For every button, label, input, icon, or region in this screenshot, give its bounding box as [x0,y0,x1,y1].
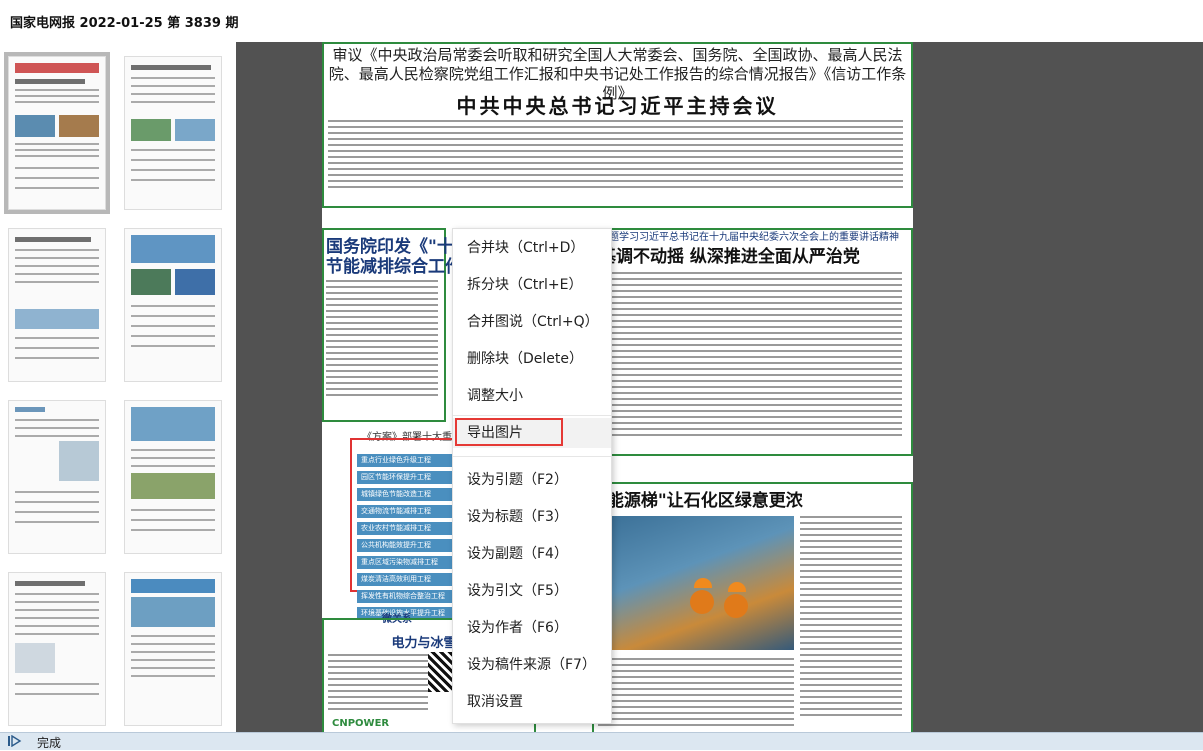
thumbnail-page-3[interactable] [8,228,106,382]
menu-item-set-subtitle[interactable]: 设为副题（F4） [453,541,611,567]
export-image-red-frame [455,418,563,446]
projects-list: 重点行业绿色升级工程 园区节能环保提升工程 城镇绿色节能改造工程 交通物流节能减… [357,454,457,624]
project-item: 挥发性有机物综合整治工程 [357,590,457,603]
menu-separator [453,456,611,457]
article2-body [326,280,438,400]
menu-item-merge-block[interactable]: 合并块（Ctrl+D） [453,235,611,261]
thumbnail-page-8[interactable] [124,572,222,726]
play-step-icon[interactable] [8,735,22,747]
article4-photo [598,516,794,650]
project-item: 城镇绿色节能改造工程 [357,488,457,501]
brand-logo: CNPOWER [332,718,390,729]
thumbnail-page-6[interactable] [124,400,222,554]
status-text: 完成 [37,736,62,750]
menu-item-set-source[interactable]: 设为稿件来源（F7） [453,652,611,678]
elec-body [328,654,428,714]
menu-separator [453,415,611,416]
window-title: 国家电网报 2022-01-25 第 3839 期 [10,16,239,31]
title-bar: 国家电网报 2022-01-25 第 3839 期 [0,0,1203,42]
thumbnail-page-2[interactable] [124,56,222,210]
project-item: 公共机构能效提升工程 [357,539,457,552]
project-item: 园区节能环保提升工程 [357,471,457,484]
menu-item-resize[interactable]: 调整大小 [453,383,611,409]
menu-item-delete-block[interactable]: 删除块（Delete） [453,346,611,372]
menu-item-split-block[interactable]: 拆分块（Ctrl+E） [453,272,611,298]
article4-title: "能源梯"让石化区绿意更浓 [598,491,803,511]
article4-body-right [800,516,902,720]
menu-item-cancel-setting[interactable]: 取消设置 [453,689,611,715]
menu-item-set-quote[interactable]: 设为引文（F5） [453,578,611,604]
thumbnail-page-7[interactable] [8,572,106,726]
article1-body [328,120,903,192]
article3-body [602,272,902,440]
project-item: 农业农村节能减排工程 [357,522,457,535]
article4-body-left [598,658,794,730]
menu-item-set-author[interactable]: 设为作者（F6） [453,615,611,641]
project-item: 重点行业绿色升级工程 [357,454,457,467]
thumbnail-page-5[interactable] [8,400,106,554]
page-thumbnails-sidebar [0,42,236,732]
menu-item-set-lead-title[interactable]: 设为引题（F2） [453,467,611,493]
page-viewer[interactable]: 审议《中央政治局常委会听取和研究全国人大常委会、国务院、全国政协、最高人民法院、… [236,42,1203,732]
newspaper-page[interactable]: 审议《中央政治局常委会听取和研究全国人大常委会、国务院、全国政协、最高人民法院、… [322,42,913,732]
menu-item-set-title[interactable]: 设为标题（F3） [453,504,611,530]
project-item: 煤炭清洁高效利用工程 [357,573,457,586]
context-menu[interactable]: 合并块（Ctrl+D） 拆分块（Ctrl+E） 合并图说（Ctrl+Q） 删除块… [452,228,612,724]
thumbnail-page-4[interactable] [124,228,222,382]
menu-item-merge-caption[interactable]: 合并图说（Ctrl+Q） [453,309,611,335]
project-item: 交通物流节能减排工程 [357,505,457,518]
thumbnail-page-1[interactable] [4,52,110,214]
status-bar: 完成 [0,732,1203,750]
project-item: 重点区域污染物减排工程 [357,556,457,569]
